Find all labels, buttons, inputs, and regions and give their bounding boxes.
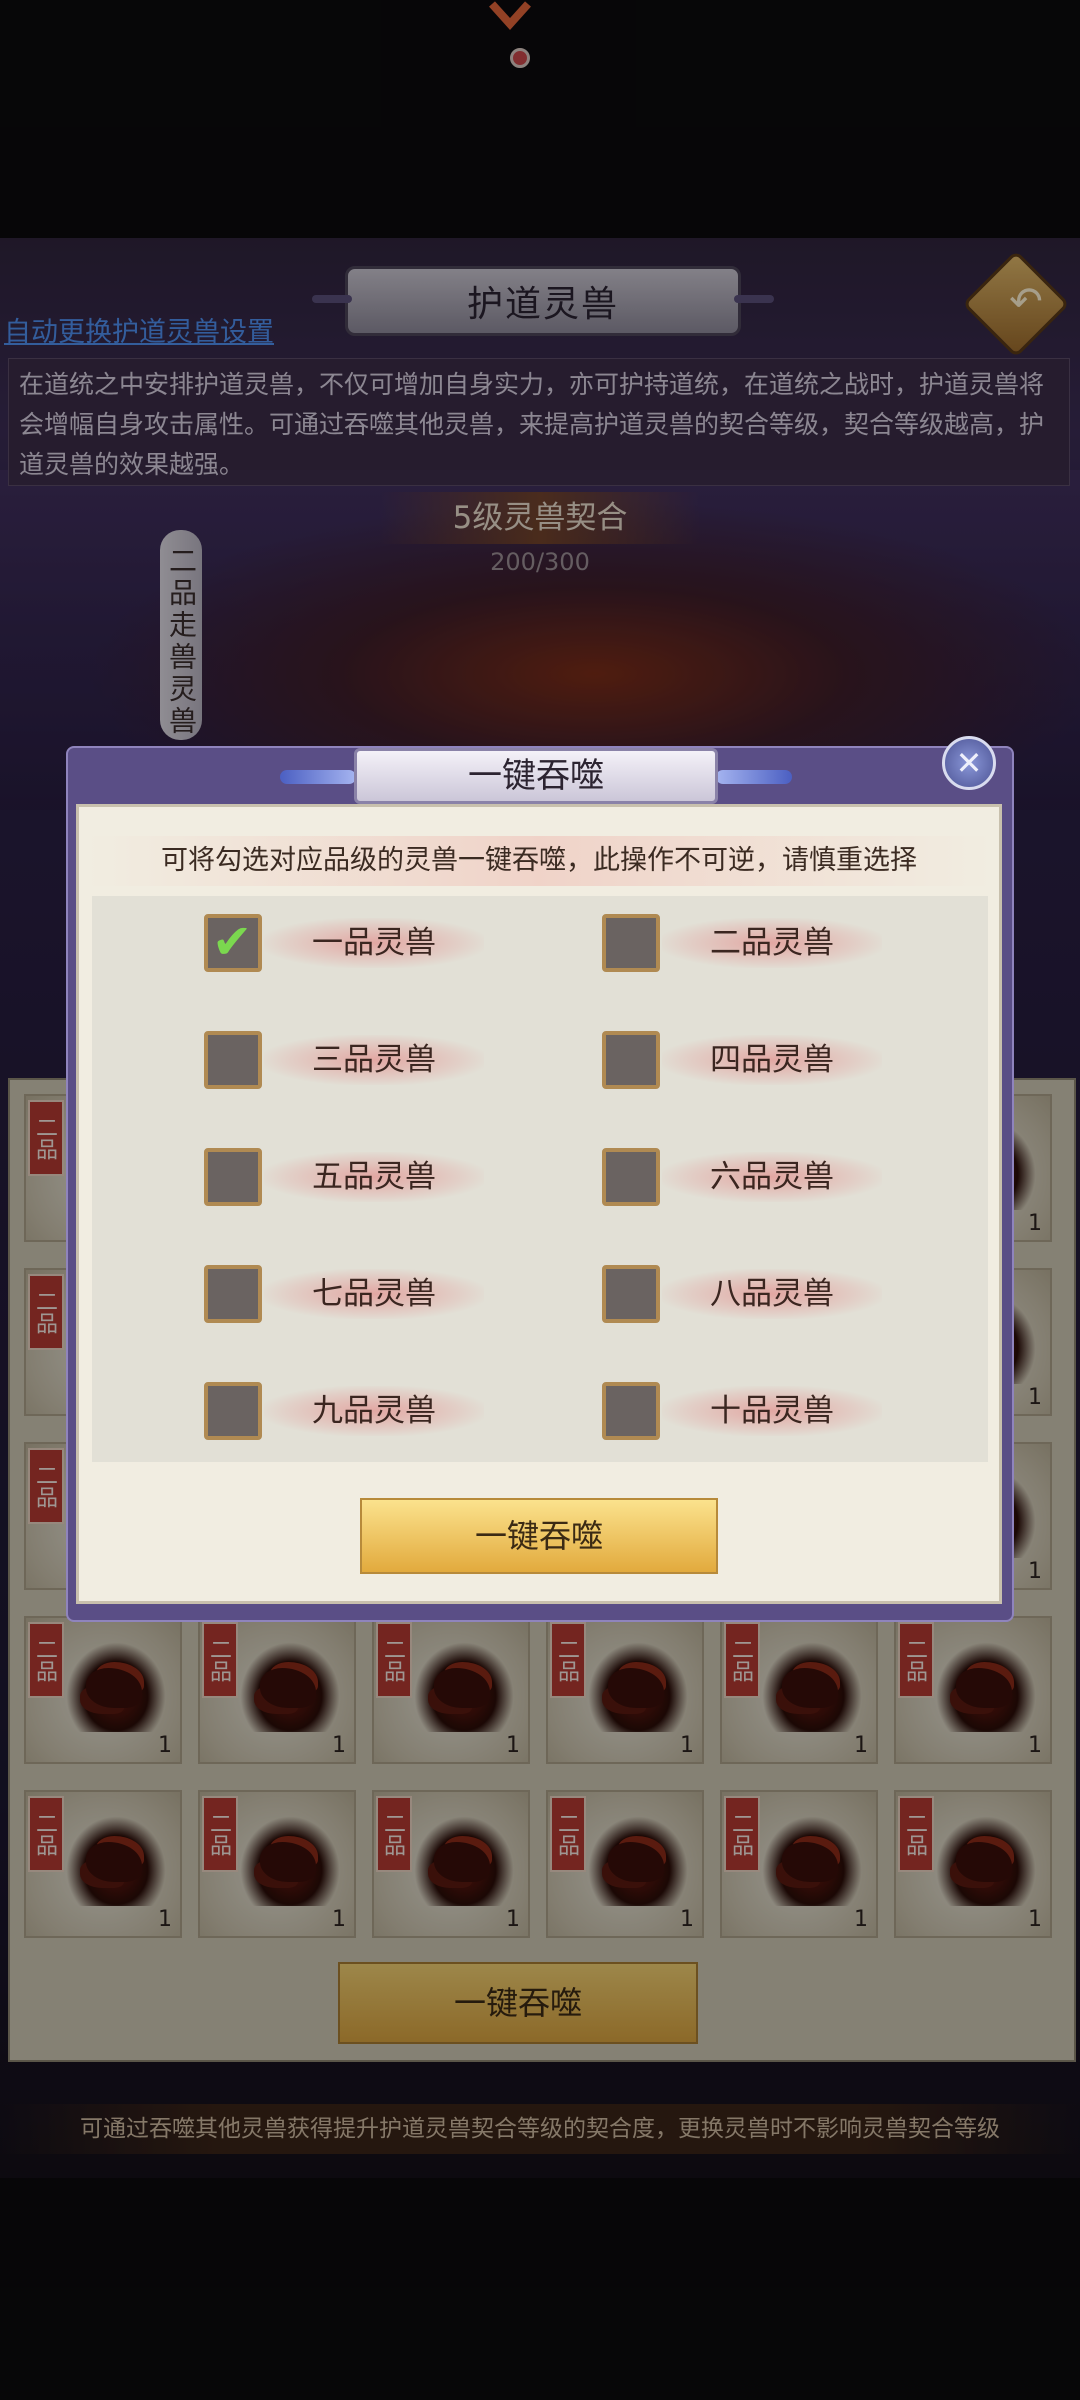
grade-option-label[interactable]: 七品灵兽 bbox=[264, 1269, 484, 1319]
grade-checkbox[interactable] bbox=[204, 1148, 262, 1206]
grade-option-label[interactable]: 六品灵兽 bbox=[662, 1152, 882, 1202]
title-ornament-left bbox=[280, 770, 356, 784]
grade-option-label[interactable]: 五品灵兽 bbox=[264, 1152, 484, 1202]
grade-checkbox[interactable] bbox=[602, 1382, 660, 1440]
grade-option-label[interactable]: 二品灵兽 bbox=[662, 918, 882, 968]
grade-checkbox[interactable]: ✔ bbox=[204, 914, 262, 972]
grade-checkbox[interactable] bbox=[204, 1031, 262, 1089]
grade-option-label[interactable]: 一品灵兽 bbox=[264, 918, 484, 968]
modal-instruction: 可将勾选对应品级的灵兽一键吞噬，此操作不可逆，请慎重选择 bbox=[86, 836, 992, 886]
modal-title: 一键吞噬 bbox=[354, 748, 718, 804]
title-ornament-right bbox=[716, 770, 792, 784]
grade-checkbox[interactable] bbox=[602, 1265, 660, 1323]
grade-option-label[interactable]: 十品灵兽 bbox=[662, 1386, 882, 1436]
grade-checkbox[interactable] bbox=[602, 1031, 660, 1089]
grade-checkbox[interactable] bbox=[204, 1382, 262, 1440]
grade-option-label[interactable]: 九品灵兽 bbox=[264, 1386, 484, 1436]
grade-checkbox[interactable] bbox=[204, 1265, 262, 1323]
close-icon[interactable]: ✕ bbox=[942, 736, 996, 790]
grade-checkbox[interactable] bbox=[602, 1148, 660, 1206]
grade-checkbox[interactable] bbox=[602, 914, 660, 972]
grade-option-label[interactable]: 三品灵兽 bbox=[264, 1035, 484, 1085]
checkmark-icon: ✔ bbox=[212, 914, 253, 970]
confirm-devour-button[interactable]: 一键吞噬 bbox=[360, 1498, 718, 1574]
grade-option-label[interactable]: 四品灵兽 bbox=[662, 1035, 882, 1085]
grade-option-label[interactable]: 八品灵兽 bbox=[662, 1269, 882, 1319]
